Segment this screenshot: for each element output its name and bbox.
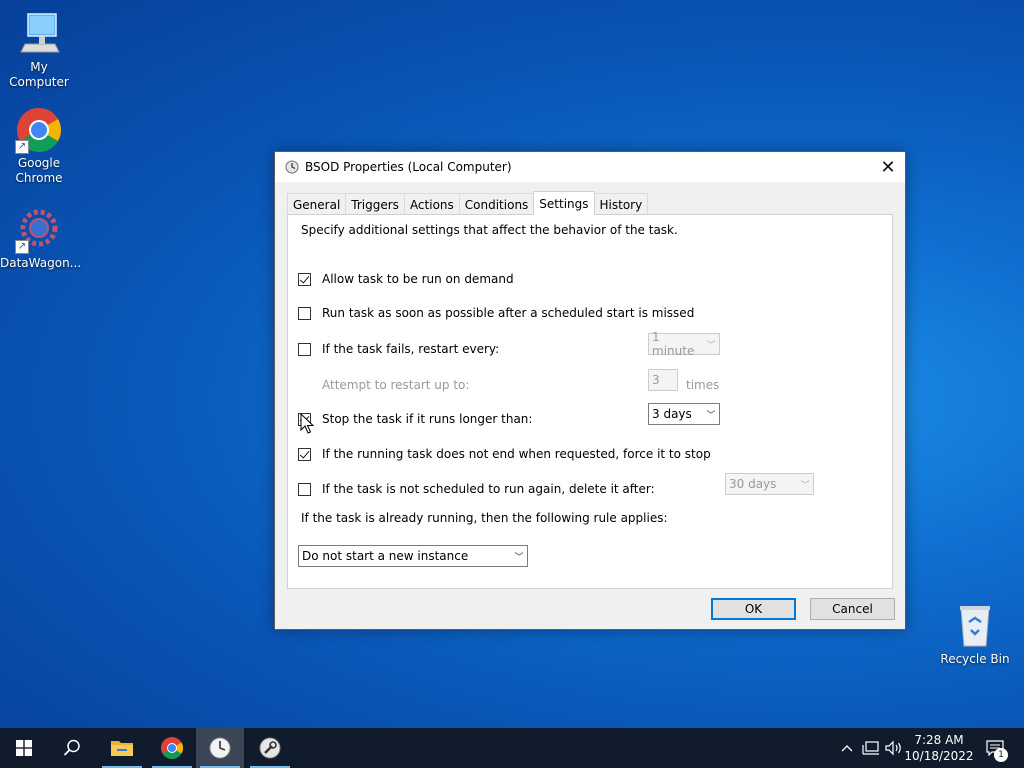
delete-after-select[interactable]: 30 days ﹀ (725, 473, 814, 495)
chevron-down-icon: ﹀ (706, 340, 716, 351)
desktop-icon-label: My Computer (9, 60, 69, 89)
option-delete-after[interactable]: If the task is not scheduled to run agai… (298, 482, 655, 496)
desktop-icon-my-computer[interactable]: My Computer (0, 10, 78, 90)
rule-label: If the task is already running, then the… (301, 511, 668, 525)
attempt-restart-label: Attempt to restart up to: (322, 378, 470, 392)
desktop-icon-recycle-bin[interactable]: Recycle Bin (936, 602, 1014, 667)
start-button[interactable] (0, 728, 48, 768)
taskbar-file-explorer[interactable] (98, 728, 146, 768)
dialog-title: BSOD Properties (Local Computer) (305, 160, 512, 174)
clock-icon (285, 160, 299, 174)
cancel-button[interactable]: Cancel (810, 598, 895, 620)
search-button[interactable] (48, 728, 96, 768)
taskbar: 7:28 AM 10/18/2022 1 (0, 728, 1024, 768)
recycle-bin-icon (951, 602, 999, 650)
desktop-icon-datawagon[interactable]: ↗ DataWagon... (0, 206, 82, 271)
tab-strip: General Triggers Actions Conditions Sett… (287, 191, 649, 215)
network-icon (862, 741, 879, 755)
option-label: Allow task to be run on demand (322, 272, 514, 286)
tab-settings[interactable]: Settings (533, 191, 595, 215)
attempt-unit-label: times (686, 378, 720, 392)
ok-button[interactable]: OK (711, 598, 796, 620)
desktop-icon-label: Recycle Bin (940, 652, 1010, 666)
folder-icon (111, 741, 133, 756)
stop-after-select[interactable]: 3 days ﹀ (648, 403, 720, 425)
rule-value: Do not start a new instance (302, 549, 469, 563)
tab-general[interactable]: General (287, 193, 347, 215)
chrome-icon: ↗ (15, 106, 63, 154)
mouse-cursor-icon (300, 412, 315, 435)
restart-on-fail-checkbox[interactable] (298, 342, 311, 356)
chevron-down-icon: ﹀ (706, 410, 716, 421)
desktop-icon-label: Google Chrome (15, 156, 63, 185)
option-stop-if-long[interactable]: Stop the task if it runs longer than: (298, 412, 532, 426)
notification-count-badge: 1 (994, 748, 1008, 762)
shortcut-arrow-icon: ↗ (15, 140, 29, 154)
clock-icon (209, 737, 231, 759)
option-label: Run task as soon as possible after a sch… (322, 306, 695, 320)
task-properties-dialog: BSOD Properties (Local Computer) ✕ Gener… (274, 151, 906, 630)
rule-select[interactable]: Do not start a new instance ﹀ (298, 545, 528, 567)
delete-after-checkbox[interactable] (298, 482, 311, 496)
option-allow-on-demand[interactable]: Allow task to be run on demand (298, 272, 514, 286)
restart-interval-select[interactable]: 1 minute ﹀ (648, 330, 720, 358)
speaker-icon (885, 740, 901, 756)
desktop-icon-label: DataWagon... (0, 256, 82, 270)
attempt-count-input[interactable]: 3 (648, 369, 678, 391)
clock-date: 10/18/2022 (904, 749, 974, 763)
chevron-down-icon: ﹀ (800, 480, 810, 491)
dialog-titlebar[interactable]: BSOD Properties (Local Computer) ✕ (275, 152, 905, 182)
option-run-missed-start[interactable]: Run task as soon as possible after a sch… (298, 306, 694, 320)
computer-icon (15, 10, 63, 58)
volume-button[interactable] (884, 728, 904, 768)
stop-after-value: 3 days (652, 407, 692, 421)
force-stop-checkbox[interactable] (298, 447, 311, 461)
network-button[interactable] (860, 728, 882, 768)
chevron-up-icon (841, 745, 853, 752)
chrome-icon (161, 737, 183, 759)
clock-time: 7:28 AM (914, 733, 964, 747)
option-restart-on-fail[interactable]: If the task fails, restart every: (298, 342, 499, 356)
taskbar-chrome[interactable] (148, 728, 196, 768)
tab-actions[interactable]: Actions (403, 193, 460, 215)
restart-interval-value: 1 minute (652, 330, 695, 358)
option-label: If the task is not scheduled to run agai… (322, 482, 655, 496)
taskbar-clock[interactable]: 7:28 AM 10/18/2022 (902, 732, 976, 764)
settings-panel: Specify additional settings that affect … (287, 214, 893, 589)
desktop-icon-google-chrome[interactable]: ↗ Google Chrome (0, 106, 78, 186)
run-missed-start-checkbox[interactable] (298, 306, 311, 320)
option-force-stop[interactable]: If the running task does not end when re… (298, 447, 711, 461)
option-label: If the running task does not end when re… (322, 447, 711, 461)
allow-on-demand-checkbox[interactable] (298, 272, 311, 286)
datawagon-gear-icon: ↗ (15, 206, 63, 254)
tab-history[interactable]: History (593, 193, 649, 215)
delete-after-value: 30 days (729, 477, 777, 491)
option-label: Stop the task if it runs longer than: (322, 412, 533, 426)
taskbar-task-scheduler[interactable] (196, 728, 244, 768)
show-hidden-icons-button[interactable] (838, 728, 856, 768)
option-label: If the task fails, restart every: (322, 342, 500, 356)
tab-triggers[interactable]: Triggers (345, 193, 405, 215)
windows-logo-icon (16, 740, 32, 756)
shortcut-arrow-icon: ↗ (15, 240, 29, 254)
taskbar-settings-app[interactable] (246, 728, 294, 768)
action-center-button[interactable]: 1 (980, 728, 1010, 768)
tab-conditions[interactable]: Conditions (458, 193, 535, 215)
search-icon (63, 739, 80, 756)
close-icon[interactable]: ✕ (871, 152, 905, 182)
settings-description: Specify additional settings that affect … (301, 223, 678, 237)
chevron-down-icon: ﹀ (514, 552, 524, 563)
wrench-gear-icon (259, 737, 281, 759)
